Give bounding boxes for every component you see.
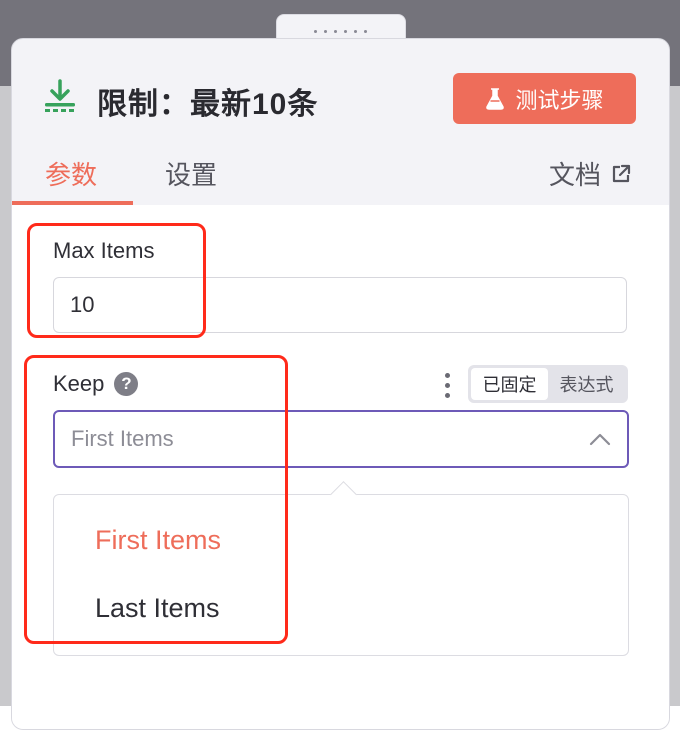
dropdown-caret <box>330 481 357 508</box>
keep-dropdown-menu: First Items Last Items <box>53 481 629 656</box>
tab-bar: 参数 设置 文档 <box>12 147 669 205</box>
option-first-items[interactable]: First Items <box>95 525 221 556</box>
parameters-pane: Max Items 10 Keep ? 已固定 表达式 First Items … <box>12 205 669 729</box>
option-last-items[interactable]: Last Items <box>95 593 220 624</box>
help-icon[interactable]: ? <box>114 372 139 396</box>
flask-icon <box>486 87 505 110</box>
node-title: 限制：最新10条 <box>97 88 319 121</box>
mode-fixed[interactable]: 已固定 <box>471 368 548 400</box>
docs-link-label: 文档 <box>549 160 602 190</box>
docs-link[interactable]: 文档 <box>549 155 631 192</box>
keep-label-row: Keep ? <box>53 371 139 397</box>
fixed-expression-toggle: 已固定 表达式 <box>468 365 628 403</box>
chevron-up-icon <box>589 433 611 446</box>
test-step-button[interactable]: 测试步骤 <box>453 73 636 124</box>
keep-label: Keep <box>53 371 105 396</box>
keep-select-value: First Items <box>71 426 174 451</box>
tab-settings[interactable]: 设置 <box>165 155 217 192</box>
max-items-label: Max Items <box>53 238 155 263</box>
keep-select[interactable]: First Items <box>53 410 629 468</box>
mode-expression[interactable]: 表达式 <box>548 368 625 400</box>
download-limit-icon <box>45 79 75 112</box>
max-items-input[interactable]: 10 <box>53 277 627 333</box>
external-link-icon <box>612 164 631 182</box>
node-panel: 限制：最新10条 测试步骤 参数 设置 文档 Max Items 10 Keep… <box>11 38 670 730</box>
tab-params[interactable]: 参数 <box>45 155 97 192</box>
more-options-icon[interactable] <box>442 373 452 399</box>
test-step-label: 测试步骤 <box>515 87 604 113</box>
